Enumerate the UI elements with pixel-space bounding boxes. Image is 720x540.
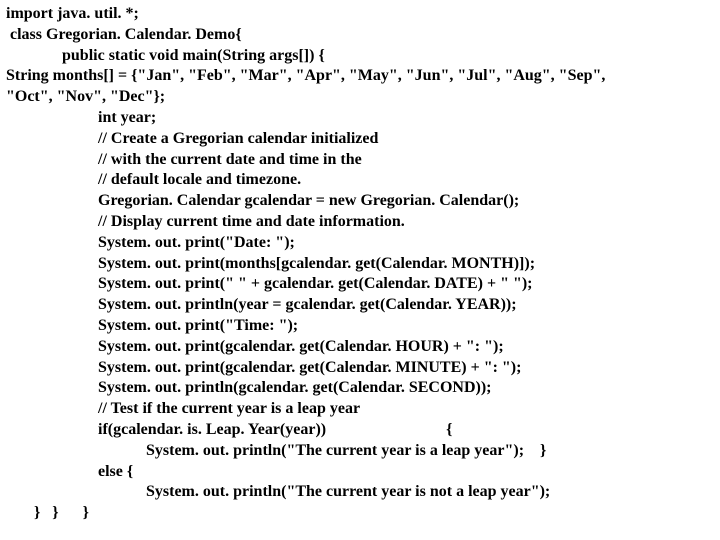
code-line: // Create a Gregorian calendar initializ…: [6, 129, 714, 150]
code-line: public static void main(String args[]) {: [6, 46, 714, 67]
code-line: Gregorian. Calendar gcalendar = new Greg…: [6, 191, 714, 212]
code-line: System. out. println("The current year i…: [6, 482, 714, 503]
code-line: if(gcalendar. is. Leap. Year(year)) {: [6, 420, 714, 441]
code-line: System. out. println("The current year i…: [6, 441, 714, 462]
code-line: class Gregorian. Calendar. Demo{: [6, 25, 714, 46]
code-line: // Test if the current year is a leap ye…: [6, 399, 714, 420]
code-line: import java. util. *;: [6, 4, 714, 25]
code-line: // default locale and timezone.: [6, 170, 714, 191]
code-line: } } }: [6, 503, 714, 524]
code-line: System. out. print("Date: ");: [6, 233, 714, 254]
code-line: System. out. print("Time: ");: [6, 316, 714, 337]
code-line: System. out. println(gcalendar. get(Cale…: [6, 378, 714, 399]
code-line: else {: [6, 462, 714, 483]
code-line: System. out. print(gcalendar. get(Calend…: [6, 358, 714, 379]
code-line: System. out. print(" " + gcalendar. get(…: [6, 274, 714, 295]
code-line: System. out. println(year = gcalendar. g…: [6, 295, 714, 316]
code-line: System. out. print(months[gcalendar. get…: [6, 254, 714, 275]
code-line: int year;: [6, 108, 714, 129]
code-line: "Oct", "Nov", "Dec"};: [6, 87, 714, 108]
code-line: System. out. print(gcalendar. get(Calend…: [6, 337, 714, 358]
code-line: // with the current date and time in the: [6, 150, 714, 171]
code-line: String months[] = {"Jan", "Feb", "Mar", …: [6, 66, 714, 87]
code-line: // Display current time and date informa…: [6, 212, 714, 233]
